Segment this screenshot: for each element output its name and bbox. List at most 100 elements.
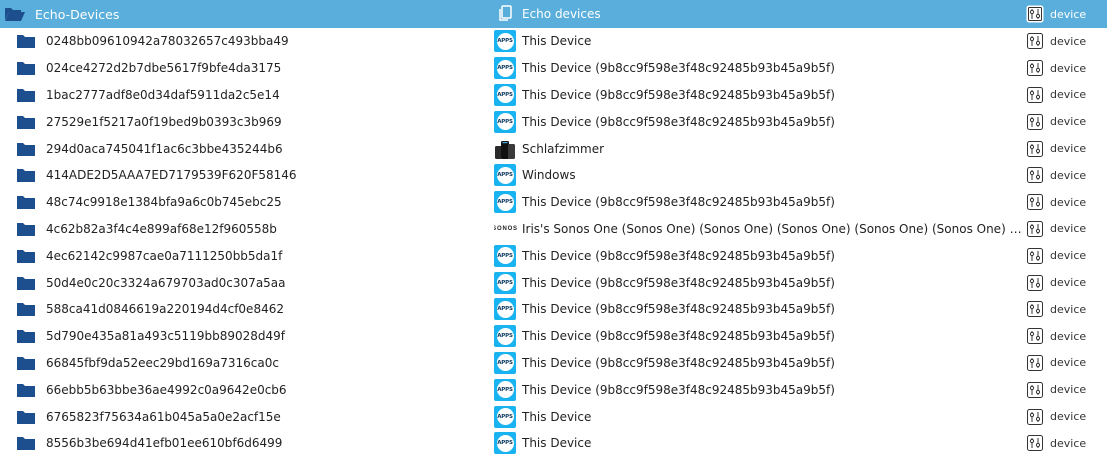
tree-item-description: This Device (9b8cc9f598e3f48c92485b93b45… <box>522 355 835 370</box>
tree-item-name: 27529e1f5217a0f19bed9b0393c3b969 <box>46 114 282 129</box>
type-cell: device <box>1026 403 1107 430</box>
name-cell: 50d4e0c20c3324a679703ad0c307a5aa <box>0 269 490 296</box>
apps-badge: APPS <box>494 244 516 267</box>
apps-icon: APPS <box>494 351 516 374</box>
tree-item-type: device <box>1050 61 1087 75</box>
device-type-icon <box>1026 220 1044 238</box>
apps-badge-inner: APPS <box>496 408 514 426</box>
folder-icon[interactable] <box>16 301 36 317</box>
tree-row[interactable]: 414ADE2D5AAA7ED7179539F620F58146 APPS Wi… <box>0 162 1107 189</box>
apps-badge: APPS <box>494 57 516 80</box>
folder-icon[interactable] <box>16 114 36 130</box>
tree-row[interactable]: 66ebb5b63bbe36ae4992c0a9642e0cb6 APPS Th… <box>0 376 1107 403</box>
tree-row[interactable]: 50d4e0c20c3324a679703ad0c307a5aa APPS Th… <box>0 269 1107 296</box>
device-type-icon <box>1026 408 1044 426</box>
tree-item-type: device <box>1050 356 1087 370</box>
apps-icon: APPS <box>494 244 516 267</box>
tree-item-name: 50d4e0c20c3324a679703ad0c307a5aa <box>46 275 286 290</box>
desc-cell: APPS This Device (9b8cc9f598e3f48c92485b… <box>494 242 1022 269</box>
tree-row[interactable]: 1bac2777adf8e0d34daf5911da2c5e14 APPS Th… <box>0 82 1107 109</box>
tree-item-description: This Device (9b8cc9f598e3f48c92485b93b45… <box>522 195 835 210</box>
device-type-icon <box>1026 5 1044 23</box>
folder-open-icon[interactable] <box>4 6 25 22</box>
sonos-logo: SONOS <box>494 225 518 232</box>
tree-item-type: device <box>1050 410 1087 424</box>
tree-row[interactable]: 4ec62142c9987cae0a7111250bb5da1f APPS Th… <box>0 242 1107 269</box>
tree-item-description: This Device (9b8cc9f598e3f48c92485b93b45… <box>522 87 835 102</box>
apps-badge: APPS <box>494 432 516 455</box>
device-type-icon <box>1026 193 1044 211</box>
tree-item-type: device <box>1050 276 1087 290</box>
folder-icon[interactable] <box>16 33 36 49</box>
apps-badge: APPS <box>494 110 516 133</box>
tree-row-echo-devices[interactable]: Echo-Devices Echo devices device <box>0 0 1107 28</box>
type-cell: device <box>1026 350 1107 377</box>
folder-icon[interactable] <box>16 221 36 237</box>
apps-icon: APPS <box>494 432 516 455</box>
apps-badge-inner: APPS <box>496 300 514 318</box>
tree-item-type: device <box>1050 195 1087 209</box>
apps-icon: APPS <box>494 271 516 294</box>
tree-row[interactable]: 0248bb09610942a78032657c493bba49 APPS Th… <box>0 28 1107 55</box>
apps-badge-inner: APPS <box>496 86 514 104</box>
apps-badge: APPS <box>494 164 516 187</box>
folder-icon[interactable] <box>16 141 36 157</box>
apps-icon: APPS <box>494 378 516 401</box>
tree-row[interactable]: 024ce4272d2b7dbe5617f9bfe4da3175 APPS Th… <box>0 55 1107 82</box>
apps-badge: APPS <box>494 378 516 401</box>
apps-badge-inner: APPS <box>496 327 514 345</box>
folder-icon[interactable] <box>16 435 36 451</box>
tree-row[interactable]: 5d790e435a81a493c5119bb89028d49f APPS Th… <box>0 323 1107 350</box>
type-cell: device <box>1026 430 1107 457</box>
apps-badge-inner: APPS <box>496 434 514 452</box>
tree-item-name: 588ca41d0846619a220194d4cf0e8462 <box>46 302 284 317</box>
folder-icon[interactable] <box>16 409 36 425</box>
tree-row[interactable]: 27529e1f5217a0f19bed9b0393c3b969 APPS Th… <box>0 108 1107 135</box>
tree-row[interactable]: 294d0aca745041f1ac6c3bbe435244b6 Schlafz… <box>0 135 1107 162</box>
apps-icon: APPS <box>494 191 516 214</box>
folder-icon[interactable] <box>16 355 36 371</box>
tree-row[interactable]: 8556b3be694d41efb01ee610bf6d6499 APPS Th… <box>0 430 1107 457</box>
folder-icon[interactable] <box>16 60 36 76</box>
tree-row[interactable]: 66845fbf9da52eec29bd169a7316ca0c APPS Th… <box>0 350 1107 377</box>
tree-item-type: device <box>1050 302 1087 316</box>
apps-icon: APPS <box>494 164 516 187</box>
type-cell: device <box>1026 296 1107 323</box>
device-type-icon <box>1026 434 1044 452</box>
name-cell: 6765823f75634a61b045a5a0e2acf15e <box>0 403 490 430</box>
folder-icon[interactable] <box>16 328 36 344</box>
tree-item-type: device <box>1050 34 1087 48</box>
tree-item-name: 1bac2777adf8e0d34daf5911da2c5e14 <box>46 87 280 102</box>
copy-icon <box>494 3 516 25</box>
device-type-icon <box>1026 300 1044 318</box>
desc-cell: APPS This Device (9b8cc9f598e3f48c92485b… <box>494 296 1022 323</box>
type-cell: device <box>1026 376 1107 403</box>
folder-icon[interactable] <box>16 167 36 183</box>
tree-item-description: This Device (9b8cc9f598e3f48c92485b93b45… <box>522 302 835 317</box>
tree-item-description: This Device <box>522 409 592 424</box>
folder-icon[interactable] <box>16 87 36 103</box>
folder-icon[interactable] <box>16 275 36 291</box>
tree-item-type: device <box>1050 7 1087 21</box>
tree-item-type: device <box>1050 115 1087 129</box>
tree-item-description: This Device (9b8cc9f598e3f48c92485b93b45… <box>522 275 835 290</box>
tree-row[interactable]: 48c74c9918e1384bfa9a6c0b745ebc25 APPS Th… <box>0 189 1107 216</box>
tree-item-type: device <box>1050 222 1087 236</box>
tree-item-description: This Device (9b8cc9f598e3f48c92485b93b45… <box>522 248 835 263</box>
folder-icon[interactable] <box>16 194 36 210</box>
device-type-icon <box>1026 354 1044 372</box>
desc-cell: APPS This Device (9b8cc9f598e3f48c92485b… <box>494 350 1022 377</box>
folder-icon[interactable] <box>16 248 36 264</box>
tree-row[interactable]: 588ca41d0846619a220194d4cf0e8462 APPS Th… <box>0 296 1107 323</box>
tree-item-description: This Device (9b8cc9f598e3f48c92485b93b45… <box>522 329 835 344</box>
desc-cell: APPS This Device (9b8cc9f598e3f48c92485b… <box>494 82 1022 109</box>
tree-row[interactable]: 6765823f75634a61b045a5a0e2acf15e APPS Th… <box>0 403 1107 430</box>
tree-item-description: Echo devices <box>522 7 601 21</box>
apps-badge-inner: APPS <box>496 247 514 265</box>
tree-row[interactable]: 4c62b82a3f4c4e899af68e12f960558b SONOS I… <box>0 216 1107 243</box>
name-cell: 024ce4272d2b7dbe5617f9bfe4da3175 <box>0 55 490 82</box>
desc-cell: APPS This Device (9b8cc9f598e3f48c92485b… <box>494 323 1022 350</box>
tree-item-description: Windows <box>522 168 576 183</box>
device-type-icon <box>1026 140 1044 158</box>
folder-icon[interactable] <box>16 382 36 398</box>
